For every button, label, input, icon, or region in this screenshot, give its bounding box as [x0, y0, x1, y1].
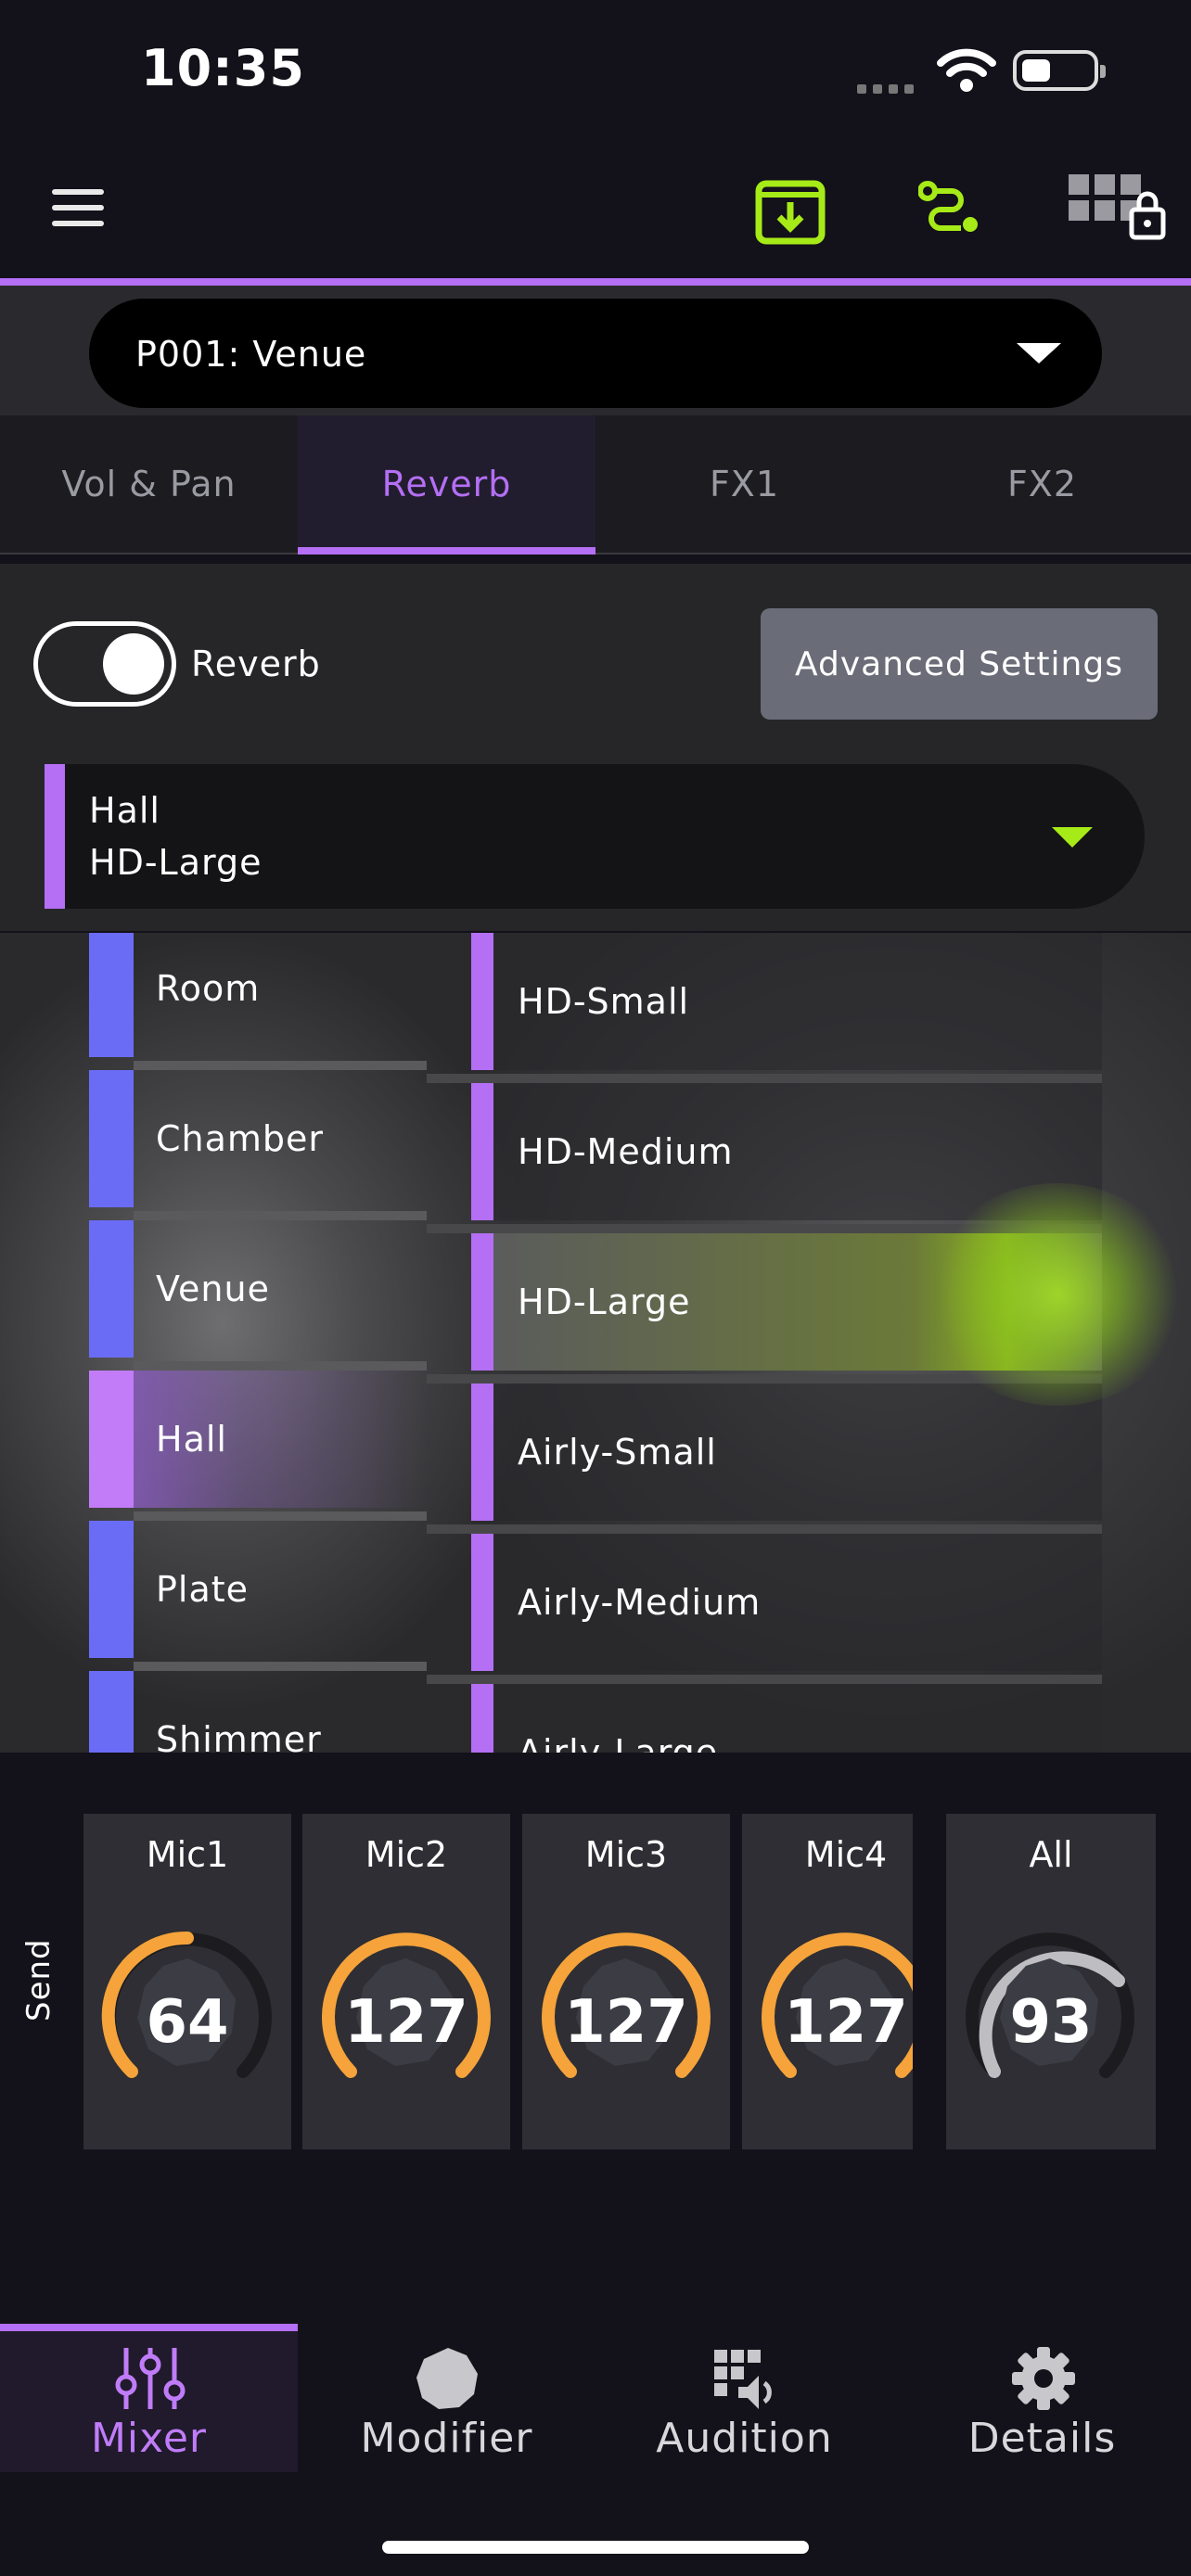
- category-label: Shimmer: [156, 1719, 322, 1753]
- category-item-room[interactable]: Room: [89, 933, 427, 1070]
- nav-label: Modifier: [360, 2415, 533, 2462]
- divider: [134, 1211, 427, 1220]
- reverb-type-selector[interactable]: Hall HD-Large: [45, 764, 1145, 909]
- selection-glow: [928, 1183, 1187, 1406]
- knob-value: 93: [1009, 1988, 1093, 2057]
- knob-name: Mic2: [365, 1834, 448, 1875]
- nav-label: Mixer: [90, 2415, 208, 2462]
- reverb-toggle[interactable]: [33, 621, 176, 707]
- audition-grid-speaker-icon: [714, 2350, 772, 2409]
- route-icon[interactable]: [918, 180, 981, 234]
- variant-item-hd-small[interactable]: HD-Small: [427, 933, 1102, 1083]
- hamburger-icon[interactable]: [52, 189, 104, 226]
- send-knob-all[interactable]: All 93: [946, 1814, 1156, 2149]
- variant-bar: [471, 1684, 493, 1753]
- program-value: P001: Venue: [135, 334, 367, 375]
- divider: [427, 1675, 1102, 1684]
- variant-bar: [471, 1083, 493, 1220]
- category-label: Plate: [156, 1569, 250, 1610]
- selector-accent-bar: [45, 764, 65, 909]
- wifi-icon: [937, 48, 996, 92]
- selected-reverb-variant: HD-Large: [89, 842, 263, 883]
- send-knob-mic1[interactable]: Mic1 64: [83, 1814, 291, 2149]
- nav-mixer[interactable]: Mixer: [0, 2324, 298, 2472]
- category-item-plate[interactable]: Plate: [89, 1521, 427, 1671]
- divider: [427, 1524, 1102, 1534]
- tab-fx1[interactable]: FX1: [596, 415, 893, 553]
- variant-label: HD-Large: [518, 1282, 691, 1322]
- chevron-down-icon: [1052, 827, 1093, 848]
- selected-reverb-type: Hall: [89, 790, 160, 831]
- bottom-nav: Mixer Modifier Audition Details: [0, 2324, 1191, 2472]
- send-knob-mic3[interactable]: Mic3 127: [522, 1814, 730, 2149]
- nav-modifier[interactable]: Modifier: [298, 2324, 596, 2472]
- divider: [134, 1662, 427, 1671]
- chevron-down-icon: [1017, 343, 1061, 363]
- variant-label: Airly-Large: [518, 1732, 719, 1753]
- category-label: Venue: [156, 1269, 270, 1309]
- divider: [134, 1511, 427, 1521]
- category-item-hall[interactable]: Hall: [89, 1371, 427, 1521]
- knob-name: Mic4: [804, 1834, 888, 1875]
- reverb-picker: Room Chamber Venue Hall Plate Shimmer HD…: [0, 933, 1191, 1753]
- variant-item-airly-small[interactable]: Airly-Small: [427, 1384, 1102, 1534]
- gear-icon: [1012, 2347, 1075, 2410]
- mixer-sliders-icon: [115, 2348, 186, 2409]
- cellular-signal-icon: [857, 80, 922, 94]
- save-download-icon[interactable]: [755, 174, 826, 245]
- nav-audition[interactable]: Audition: [596, 2324, 893, 2472]
- category-bar: [89, 1521, 134, 1658]
- nav-details[interactable]: Details: [893, 2324, 1191, 2472]
- variant-label: HD-Small: [518, 981, 690, 1022]
- send-label: Send: [20, 1938, 58, 2021]
- category-bar: [89, 1070, 134, 1207]
- variant-label: Airly-Small: [518, 1432, 717, 1473]
- category-label: Hall: [156, 1419, 227, 1460]
- reverb-toggle-label: Reverb: [191, 644, 321, 684]
- tab-bar: Vol & Pan Reverb FX1 FX2: [0, 415, 1191, 555]
- advanced-settings-button[interactable]: Advanced Settings: [761, 608, 1158, 720]
- tab-reverb[interactable]: Reverb: [298, 415, 596, 555]
- category-item-venue[interactable]: Venue: [89, 1220, 427, 1371]
- nav-label: Details: [967, 2415, 1117, 2462]
- variant-label: Airly-Medium: [518, 1582, 762, 1623]
- send-knob-mic4[interactable]: Mic4 127: [742, 1814, 913, 2149]
- nav-label: Audition: [656, 2415, 833, 2462]
- tab-vol-pan[interactable]: Vol & Pan: [0, 415, 298, 553]
- knob-name: Mic3: [584, 1834, 668, 1875]
- knob-value: 64: [146, 1988, 229, 2057]
- category-bar: [89, 1220, 134, 1358]
- status-time: 10:35: [141, 39, 305, 97]
- divider: [134, 1361, 427, 1371]
- tab-fx2[interactable]: FX2: [893, 415, 1191, 553]
- send-knob-mic2[interactable]: Mic2 127: [302, 1814, 510, 2149]
- category-item-shimmer[interactable]: Shimmer: [89, 1671, 427, 1753]
- battery-icon: [1013, 50, 1106, 91]
- variant-item-airly-large[interactable]: Airly-Large: [471, 1684, 1102, 1753]
- divider: [427, 1074, 1102, 1083]
- header-accent-line: [0, 278, 1191, 286]
- category-label: Chamber: [156, 1118, 325, 1159]
- knob-value: 127: [564, 1988, 688, 2057]
- knob-name: Mic1: [146, 1834, 229, 1875]
- variant-item-airly-medium[interactable]: Airly-Medium: [427, 1534, 1102, 1684]
- knob-name: All: [1029, 1834, 1073, 1875]
- divider: [134, 1061, 427, 1070]
- category-bar: [89, 1671, 134, 1753]
- variant-label: HD-Medium: [518, 1131, 734, 1172]
- category-bar: [89, 1371, 134, 1508]
- category-item-chamber[interactable]: Chamber: [89, 1070, 427, 1220]
- category-bar: [89, 933, 134, 1057]
- home-indicator[interactable]: [382, 2541, 809, 2554]
- category-label: Room: [156, 968, 261, 1009]
- knob-value: 127: [784, 1988, 908, 2057]
- knob-value: 127: [344, 1988, 468, 2057]
- variant-bar: [471, 1534, 493, 1671]
- variant-bar: [471, 933, 493, 1070]
- grid-lock-icon[interactable]: [1069, 174, 1171, 243]
- variant-bar: [471, 1233, 493, 1371]
- variant-bar: [471, 1384, 493, 1521]
- modifier-knob-icon: [416, 2348, 478, 2409]
- program-selector[interactable]: P001: Venue: [89, 299, 1102, 408]
